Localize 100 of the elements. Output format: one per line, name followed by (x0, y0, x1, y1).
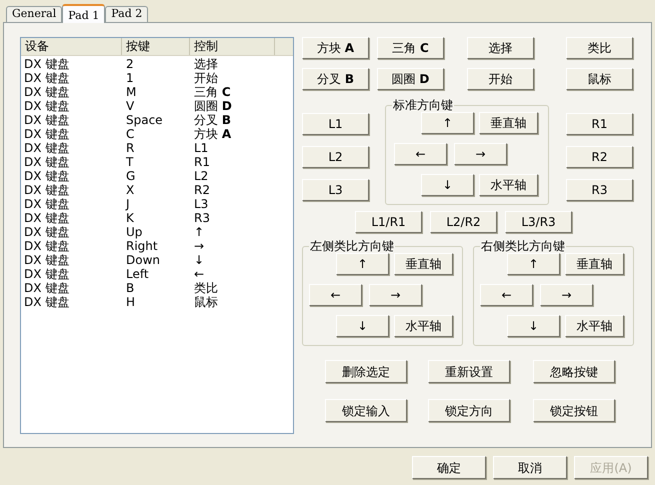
pad-button[interactable]: 删除选定 (325, 360, 407, 383)
pad-button[interactable]: L3 (302, 179, 369, 201)
pad-button[interactable]: 重新设置 (428, 360, 510, 383)
left-arrow-button[interactable]: ← (309, 284, 362, 306)
table-cell-text: R2 (193, 183, 211, 197)
table-cell-text: Space (125, 113, 164, 127)
table-cell-text: ↓ (193, 253, 206, 267)
table-cell-text: 方块 A (193, 127, 232, 141)
pad-button[interactable]: 锁定输入 (325, 399, 407, 422)
table-cell-text: 圆圈 D (193, 99, 233, 113)
table-cell-text: R3 (193, 211, 211, 225)
table-cell-text: K (125, 211, 135, 225)
table-cell-text: DX 键盘 (23, 183, 70, 197)
tab[interactable]: General (6, 6, 62, 22)
pad-button[interactable]: 锁定按钮 (533, 399, 615, 422)
table-cell-text: DX 键盘 (23, 85, 70, 99)
table-cell-text: Up (125, 225, 144, 239)
vertical-axis-button[interactable]: 垂直轴 (479, 112, 538, 134)
table-cell-text: V (125, 99, 136, 113)
table-cell-text: H (125, 295, 136, 309)
table-cell-text: L3 (193, 197, 210, 211)
pad-button[interactable]: 分叉 B (302, 68, 369, 90)
group-title: 右侧类比方向键 (480, 240, 566, 252)
pad-button[interactable]: 圆圈 D (377, 68, 444, 90)
dialog-button[interactable]: 取消 (493, 456, 567, 479)
group-title: 左侧类比方向键 (309, 240, 395, 252)
pad-button[interactable]: 锁定方向 (428, 399, 510, 422)
column-header[interactable]: 控制 (190, 38, 275, 55)
pad-button[interactable]: L2/R2 (430, 211, 497, 233)
table-cell-text: G (125, 169, 136, 183)
table-cell-text: 开始 (193, 71, 219, 85)
table-cell-text: DX 键盘 (23, 225, 70, 239)
table-cell-text: R1 (193, 155, 211, 169)
pad-button[interactable]: L2 (302, 146, 369, 168)
down-arrow-button[interactable]: ↓ (336, 315, 389, 337)
pad-button[interactable]: R2 (566, 146, 633, 168)
table-cell-text: L2 (193, 169, 210, 183)
table-cell-text: → (193, 239, 206, 253)
pad-button[interactable]: 开始 (467, 68, 534, 90)
table-cell-text: X (125, 183, 136, 197)
table-cell-text: DX 键盘 (23, 71, 70, 85)
up-arrow-button[interactable]: ↑ (421, 112, 474, 134)
table-cell-text: 鼠标 (193, 295, 219, 309)
table-cell-text: 三角 C (193, 85, 232, 99)
table-cell-text: ↑ (193, 225, 206, 239)
table-cell-text: 类比 (193, 281, 219, 295)
right-arrow-button[interactable]: → (454, 143, 507, 165)
table-cell-text: DX 键盘 (23, 113, 70, 127)
pad-button[interactable]: 鼠标 (566, 68, 633, 90)
vertical-axis-button[interactable]: 垂直轴 (394, 253, 453, 275)
dialog-button[interactable]: 确定 (412, 456, 486, 479)
down-arrow-button[interactable]: ↓ (507, 315, 560, 337)
up-arrow-button[interactable]: ↑ (507, 253, 560, 275)
table-cell-text: DX 键盘 (23, 211, 70, 225)
pad-button[interactable]: L3/R3 (505, 211, 572, 233)
pad-button[interactable]: 类比 (566, 37, 633, 59)
table-cell-text: DX 键盘 (23, 99, 70, 113)
table-cell-text: DX 键盘 (23, 169, 70, 183)
group-title: 标准方向键 (392, 99, 454, 111)
pad-button[interactable]: 选择 (467, 37, 534, 59)
column-header[interactable]: 设备 (21, 38, 122, 55)
up-arrow-button[interactable]: ↑ (336, 253, 389, 275)
horizontal-axis-button[interactable]: 水平轴 (479, 174, 538, 196)
pad-button[interactable]: 三角 C (377, 37, 444, 59)
pad-button[interactable]: 忽略按键 (533, 360, 615, 383)
column-header[interactable]: 按键 (122, 38, 190, 55)
table-cell-text: J (124, 197, 131, 211)
horizontal-axis-button[interactable]: 水平轴 (394, 315, 453, 337)
table-cell-text: DX 键盘 (23, 155, 70, 169)
table-cell-text: 2 (125, 57, 135, 71)
tab[interactable]: Pad 2 (105, 6, 148, 22)
table-cell-text: DX 键盘 (23, 239, 70, 253)
table-cell-text: M (125, 85, 138, 99)
down-arrow-button[interactable]: ↓ (421, 174, 474, 196)
table-cell-text: ← (193, 267, 206, 281)
table-cell-text: C (125, 127, 136, 141)
tab[interactable]: Pad 1 (62, 4, 106, 23)
table-cell-text: Left (125, 267, 150, 281)
pad-button[interactable]: L1 (302, 113, 369, 135)
table-cell-text: B (125, 281, 136, 295)
table-cell-text: 选择 (193, 57, 219, 71)
table-cell-text: 1 (125, 71, 135, 85)
right-arrow-button[interactable]: → (369, 284, 422, 306)
table-cell-text: DX 键盘 (23, 295, 70, 309)
table-cell-text: 分叉 B (193, 113, 232, 127)
left-arrow-button[interactable]: ← (394, 143, 447, 165)
table-cell-text: DX 键盘 (23, 141, 70, 155)
pad-button[interactable]: R3 (566, 179, 633, 201)
table-cell-text: DX 键盘 (23, 281, 70, 295)
horizontal-axis-button[interactable]: 水平轴 (565, 315, 624, 337)
table-cell-text: DX 键盘 (23, 127, 70, 141)
pad-button[interactable]: 方块 A (302, 37, 369, 59)
table-cell-text: R (125, 141, 136, 155)
pad-button[interactable]: L1/R1 (355, 211, 422, 233)
table-cell-text: T (125, 155, 134, 169)
pad-button[interactable]: R1 (566, 113, 633, 135)
left-arrow-button[interactable]: ← (480, 284, 533, 306)
vertical-axis-button[interactable]: 垂直轴 (565, 253, 624, 275)
right-arrow-button[interactable]: → (540, 284, 593, 306)
table-cell-text: DX 键盘 (23, 57, 70, 71)
